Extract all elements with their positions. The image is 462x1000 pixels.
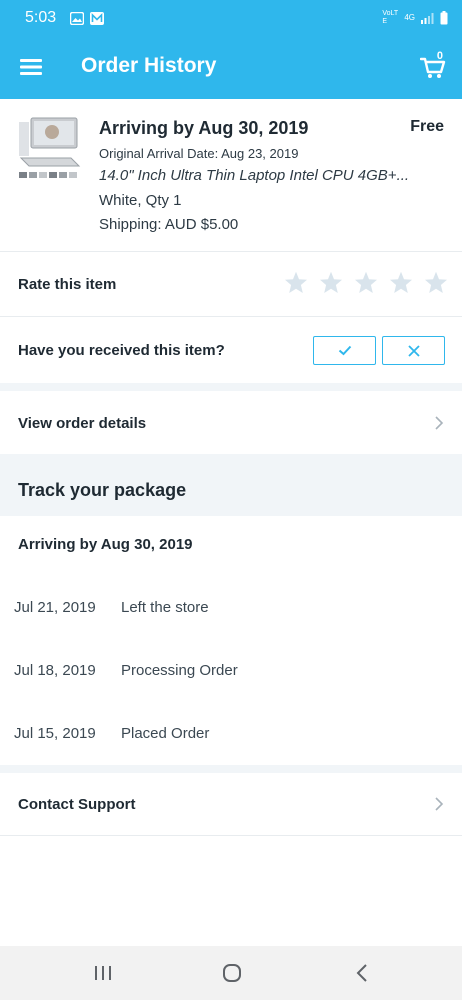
star-icon-4[interactable] xyxy=(389,271,413,294)
status-bar: 5:03 VoLTE 4G xyxy=(0,0,462,36)
system-nav-bar xyxy=(0,946,462,1000)
cart-count-badge: 0 xyxy=(436,50,443,62)
original-arrival-date: Original Arrival Date: Aug 23, 2019 xyxy=(99,146,299,161)
track-package-heading: Track your package xyxy=(18,480,187,500)
rate-item-label: Rate this item xyxy=(18,276,117,293)
contact-support-label: Contact Support xyxy=(18,796,136,813)
section-separator xyxy=(0,765,462,773)
recent-apps-icon[interactable] xyxy=(94,965,112,981)
menu-icon[interactable] xyxy=(20,57,42,77)
page-title: Order History xyxy=(81,54,217,77)
event-description: Placed Order xyxy=(121,725,210,742)
section-separator xyxy=(0,383,462,391)
app-bar: Order History 0 xyxy=(0,36,462,99)
mail-icon xyxy=(90,11,105,25)
cart-button[interactable]: 0 xyxy=(420,50,446,80)
event-date: Jul 15, 2019 xyxy=(14,725,96,742)
star-icon-1[interactable] xyxy=(284,271,308,294)
view-order-details-label: View order details xyxy=(18,415,147,432)
divider xyxy=(0,835,462,836)
star-icon-3[interactable] xyxy=(354,271,378,294)
volte-indicator: VoLTE xyxy=(382,10,399,25)
event-date: Jul 21, 2019 xyxy=(14,599,96,616)
status-time: 5:03 xyxy=(25,9,57,26)
received-question-label: Have you received this item? xyxy=(18,342,225,359)
gallery-icon xyxy=(70,11,85,25)
received-yes-button[interactable] xyxy=(313,336,376,365)
arrival-title: Arriving by Aug 30, 2019 xyxy=(99,118,309,138)
close-icon xyxy=(407,344,420,357)
received-no-button[interactable] xyxy=(382,336,445,365)
view-order-details-row[interactable]: View order details xyxy=(0,391,462,454)
chevron-right-icon xyxy=(435,416,444,430)
chevron-right-icon xyxy=(435,797,444,811)
star-rating[interactable] xyxy=(284,271,448,294)
event-description: Processing Order xyxy=(121,662,238,679)
price-label: Free xyxy=(410,118,444,135)
home-icon[interactable] xyxy=(222,963,242,983)
battery-icon xyxy=(440,11,448,25)
product-name: 14.0" Inch Ultra Thin Laptop Intel CPU 4… xyxy=(99,167,410,184)
tracking-arrival: Arriving by Aug 30, 2019 xyxy=(18,536,193,553)
event-description: Left the store xyxy=(121,599,209,616)
back-icon[interactable] xyxy=(356,964,368,982)
check-icon xyxy=(338,345,351,356)
event-date: Jul 18, 2019 xyxy=(14,662,96,679)
product-thumbnail[interactable] xyxy=(17,114,81,180)
contact-support-row[interactable]: Contact Support xyxy=(0,773,462,835)
shipping-cost: Shipping: AUD $5.00 xyxy=(99,216,239,233)
product-variant: White, Qty 1 xyxy=(99,192,182,209)
star-icon-2[interactable] xyxy=(319,271,343,294)
divider xyxy=(0,316,462,317)
network-indicator: 4G xyxy=(404,13,415,22)
star-icon-5[interactable] xyxy=(424,271,448,294)
signal-icon xyxy=(421,12,434,24)
